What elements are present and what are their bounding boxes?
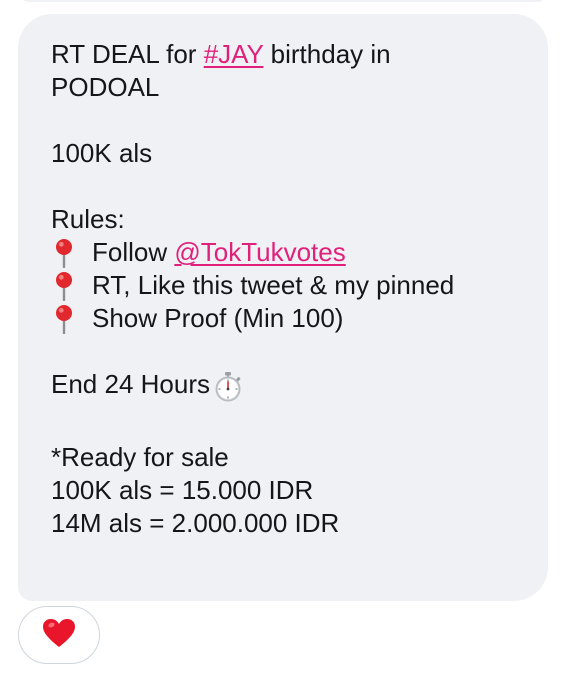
rule-item-2: RT, Like this tweet & my pinned <box>51 269 524 302</box>
rules-heading: Rules: <box>51 204 125 234</box>
mention-link[interactable]: @TokTukvotes <box>174 237 345 267</box>
rule-text: RT, Like this tweet & my pinned <box>92 270 455 300</box>
round-pushpin-icon <box>51 302 77 335</box>
sale-price-line-2: 14M als = 2.000.000 IDR <box>51 508 340 538</box>
rule-text: Show Proof (Min 100) <box>92 303 344 333</box>
sale-heading: *Ready for sale <box>51 442 229 472</box>
message-line-1: RT DEAL for #JAY birthday in <box>51 38 524 71</box>
end-time-text: End 24 Hours <box>51 369 210 399</box>
round-pushpin-icon <box>51 236 77 269</box>
red-heart-icon <box>42 618 76 653</box>
sale-price-line-1: 100K als = 15.000 IDR <box>51 475 314 505</box>
reaction-badge[interactable] <box>18 606 100 664</box>
message-text: RT DEAL for <box>51 39 204 69</box>
stopwatch-icon <box>212 371 244 411</box>
rule-item-1: Follow @TokTukvotes <box>51 236 524 269</box>
hashtag-link[interactable]: #JAY <box>204 39 264 69</box>
round-pushpin-icon <box>51 269 77 302</box>
message-text: birthday in <box>263 39 391 69</box>
rule-text: Follow <box>92 237 175 267</box>
message-bubble[interactable]: RT DEAL for #JAY birthday in PODOAL 100K… <box>18 14 548 601</box>
rule-item-3: Show Proof (Min 100) <box>51 302 524 335</box>
end-time-line: End 24 Hours <box>51 368 524 408</box>
dm-conversation: RT DEAL for #JAY birthday in PODOAL 100K… <box>0 0 568 674</box>
message-line-3: 100K als <box>51 138 153 168</box>
previous-message-bubble <box>18 0 548 2</box>
message-line-2: PODOAL <box>51 72 160 102</box>
